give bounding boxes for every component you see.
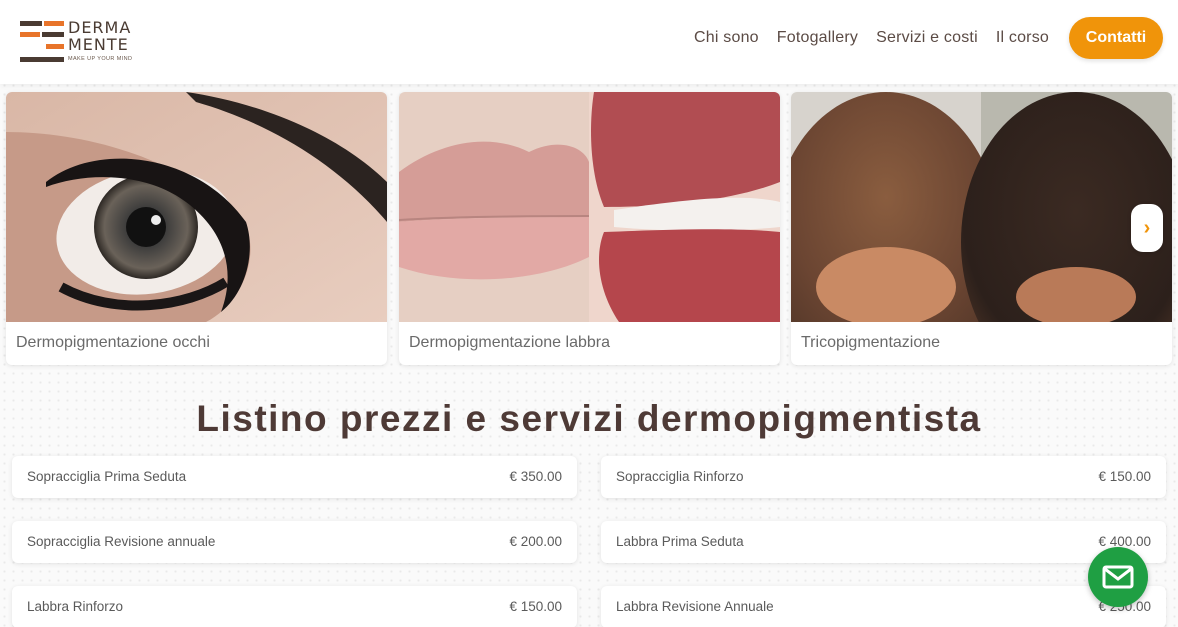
price-value: € 350.00 <box>509 469 562 484</box>
service-card-labbra[interactable]: Dermopigmentazione labbra <box>399 92 780 365</box>
price-value: € 150.00 <box>1098 469 1151 484</box>
contatti-button[interactable]: Contatti <box>1069 17 1163 59</box>
price-name: Labbra Rinforzo <box>27 599 124 614</box>
logo-tagline: MAKE UP YOUR MIND <box>68 56 133 62</box>
price-value: € 150.00 <box>509 599 562 614</box>
main-nav: Chi sono Fotogallery Servizi e costi Il … <box>694 17 1163 59</box>
chevron-right-icon: › <box>1143 216 1151 239</box>
logo-word-derma: DERMA <box>68 18 132 37</box>
site-header: DERMA MENTE MAKE UP YOUR MIND Chi sono F… <box>0 0 1178 84</box>
brand-logo[interactable]: DERMA MENTE MAKE UP YOUR MIND <box>20 19 142 65</box>
price-value: € 200.00 <box>509 534 562 549</box>
price-name: Sopracciglia Rinforzo <box>616 469 744 484</box>
price-row: Sopracciglia Revisione annuale € 200.00 <box>12 521 577 563</box>
card-label: Dermopigmentazione labbra <box>409 334 610 351</box>
nav-item-fotogallery[interactable]: Fotogallery <box>777 29 858 47</box>
price-row: Labbra Prima Seduta € 400.00 <box>601 521 1166 563</box>
mail-contact-button[interactable] <box>1088 547 1148 607</box>
price-name: Labbra Prima Seduta <box>616 534 744 549</box>
logo-word-mente: MENTE <box>68 35 129 54</box>
mail-icon <box>1102 565 1134 589</box>
pricing-title: Listino prezzi e servizi dermopigmentist… <box>196 398 982 439</box>
price-row: Labbra Revisione Annuale € 250.00 <box>601 586 1166 627</box>
price-name: Sopracciglia Revisione annuale <box>27 534 216 549</box>
lips-before-after-photo <box>399 92 780 322</box>
nav-item-chi-sono[interactable]: Chi sono <box>694 29 759 47</box>
carousel-next-button[interactable]: › <box>1131 204 1163 252</box>
card-label: Dermopigmentazione occhi <box>16 334 210 351</box>
price-value: € 400.00 <box>1098 534 1151 549</box>
price-row: Sopracciglia Prima Seduta € 350.00 <box>12 456 577 498</box>
price-name: Labbra Revisione Annuale <box>616 599 774 614</box>
logo-mark-icon <box>20 21 64 62</box>
service-card-trico[interactable]: Tricopigmentazione <box>791 92 1172 365</box>
price-name: Sopracciglia Prima Seduta <box>27 469 187 484</box>
nav-item-corso[interactable]: Il corso <box>996 29 1049 47</box>
card-label: Tricopigmentazione <box>801 334 941 351</box>
price-row: Sopracciglia Rinforzo € 150.00 <box>601 456 1166 498</box>
scalp-before-after-photo <box>791 92 1172 322</box>
eye-photo <box>6 92 387 322</box>
price-row: Labbra Rinforzo € 150.00 <box>12 586 577 627</box>
service-card-occhi[interactable]: Dermopigmentazione occhi <box>6 92 387 365</box>
nav-item-servizi[interactable]: Servizi e costi <box>876 29 978 47</box>
